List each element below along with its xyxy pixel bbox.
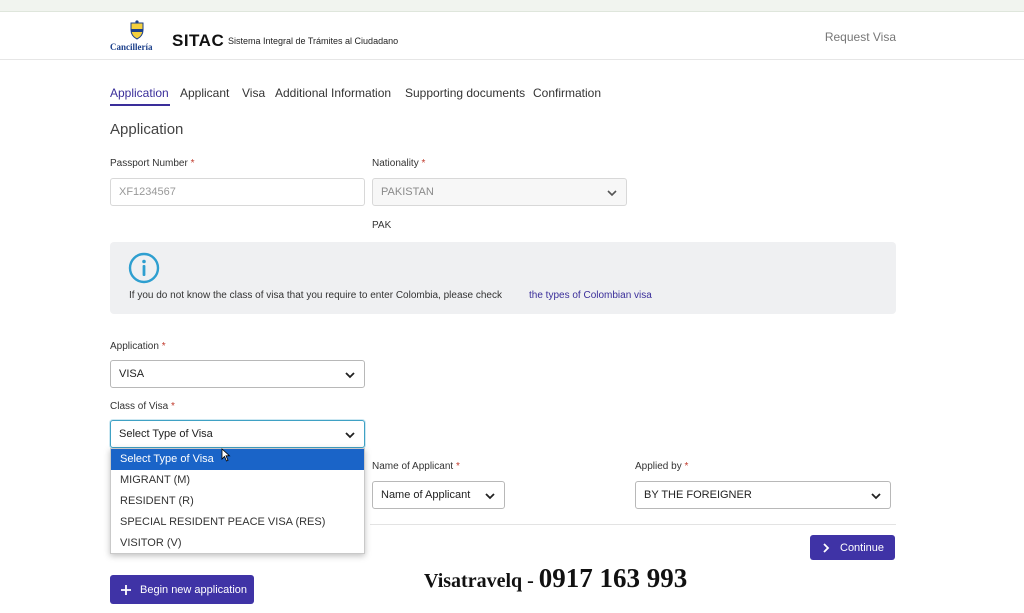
tab-additional-information[interactable]: Additional Information [275,86,391,100]
required-mark: * [190,158,195,169]
name-of-applicant-select[interactable]: Name of Applicant [372,481,505,509]
nationality-code: PAK [372,220,392,231]
nationality-value: PAKISTAN [381,186,434,198]
required-mark: * [421,158,426,169]
visa-option-visitor[interactable]: VISITOR (V) [111,533,364,554]
top-strip [0,0,1024,12]
info-text: If you do not know the class of visa tha… [129,290,502,301]
passport-placeholder: XF1234567 [119,186,176,198]
continue-label: Continue [840,541,885,554]
plus-icon [121,584,131,595]
tab-confirmation[interactable]: Confirmation [533,86,601,100]
passport-label: Passport Number * [110,158,195,169]
visa-option-resident[interactable]: RESIDENT (R) [111,491,364,512]
watermark-name: Visatravelq - [424,570,539,592]
begin-new-application-label: Begin new application [140,583,248,596]
required-mark: * [684,461,689,472]
chevron-down-icon [871,493,881,500]
info-icon [128,252,160,284]
coat-of-arms-icon [130,20,144,40]
visa-option-select[interactable]: Select Type of Visa [111,449,364,470]
watermark-text: Visatravelq - 0917 163 993 [424,563,687,594]
class-of-visa-select[interactable]: Select Type of Visa [110,420,365,448]
required-mark: * [161,341,166,352]
begin-new-application-button[interactable]: Begin new application [110,575,254,604]
applied-by-select[interactable]: BY THE FOREIGNER [635,481,891,509]
site-header: Cancillería SITAC Sistema Integral de Tr… [0,12,1024,60]
tab-applicant[interactable]: Applicant [180,86,229,100]
application-label: Application * [110,341,166,352]
nationality-select[interactable]: PAKISTAN [372,178,627,206]
brand-title: SITAC [172,31,225,50]
chevron-down-icon [345,372,355,379]
name-of-applicant-label: Name of Applicant * [372,461,460,472]
request-visa-link[interactable]: Request Visa [825,30,896,44]
logo-name: Cancillería [110,42,153,52]
passport-number-input[interactable]: XF1234567 [110,178,365,206]
cancilleria-logo[interactable]: Cancillería [110,20,166,56]
mouse-cursor-icon [221,448,231,462]
tab-application[interactable]: Application [110,86,169,100]
application-select[interactable]: VISA [110,360,365,388]
class-of-visa-value: Select Type of Visa [119,428,213,440]
required-mark: * [455,461,460,472]
applied-by-label: Applied by * [635,461,689,472]
watermark-phone: 0917 163 993 [538,563,688,593]
chevron-down-icon [607,190,617,197]
visa-types-link[interactable]: the types of Colombian visa [529,290,652,301]
class-of-visa-label: Class of Visa * [110,401,175,412]
required-mark: * [170,401,175,412]
brand-subtitle: Sistema Integral de Trámites al Ciudadan… [228,36,399,46]
tab-supporting-documents[interactable]: Supporting documents [405,86,525,100]
applied-by-value: BY THE FOREIGNER [644,489,752,501]
form-divider [370,524,896,525]
nationality-label: Nationality * [372,158,426,169]
chevron-down-icon [485,493,495,500]
application-value: VISA [119,368,145,380]
visa-option-special-resident[interactable]: SPECIAL RESIDENT PEACE VISA (RES) [111,512,364,533]
active-tab-indicator [110,104,170,106]
section-title: Application [110,121,184,138]
info-box: If you do not know the class of visa tha… [110,242,896,314]
chevron-down-icon [345,432,355,439]
class-of-visa-dropdown: Select Type of Visa MIGRANT (M) RESIDENT… [110,448,365,554]
name-of-applicant-value: Name of Applicant [381,489,471,501]
tab-visa[interactable]: Visa [242,86,265,100]
visa-option-migrant[interactable]: MIGRANT (M) [111,470,364,491]
continue-button[interactable]: Continue [810,535,895,560]
chevron-right-icon [823,542,830,553]
